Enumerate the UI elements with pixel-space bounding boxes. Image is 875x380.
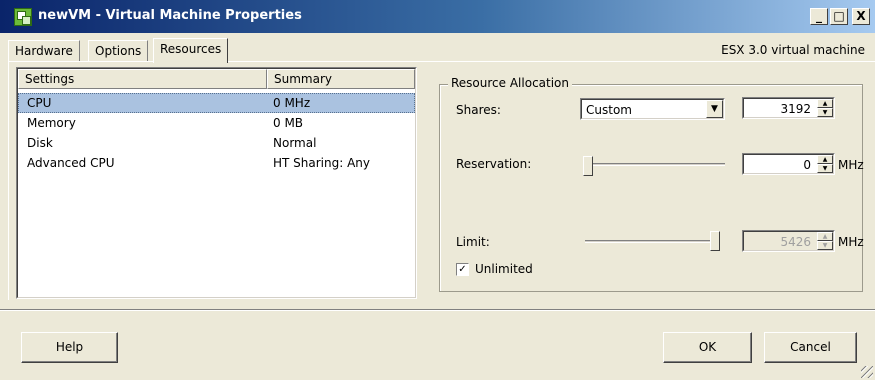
spin-down-icon[interactable]: ▼ bbox=[817, 164, 833, 173]
chevron-down-icon[interactable]: ▼ bbox=[706, 100, 723, 118]
column-header-settings[interactable]: Settings bbox=[18, 69, 267, 89]
resource-allocation-legend: Resource Allocation bbox=[448, 76, 573, 90]
spin-up-icon[interactable]: ▲ bbox=[817, 155, 833, 164]
reservation-slider-thumb[interactable] bbox=[583, 156, 593, 176]
divider bbox=[0, 309, 875, 311]
shares-spinner[interactable]: 3192 ▲ ▼ bbox=[742, 97, 835, 119]
title-bar[interactable]: newVM - Virtual Machine Properties _ □ X bbox=[0, 0, 875, 33]
help-button[interactable]: Help bbox=[21, 332, 118, 363]
setting-summary: 0 MB bbox=[273, 116, 304, 130]
window-title: newVM - Virtual Machine Properties bbox=[38, 8, 302, 23]
list-item-advanced-cpu[interactable]: Advanced CPU HT Sharing: Any bbox=[18, 154, 415, 174]
limit-unit: MHz bbox=[838, 235, 864, 249]
esx-version-label: ESX 3.0 virtual machine bbox=[721, 43, 865, 57]
spin-up-icon[interactable]: ▲ bbox=[817, 99, 833, 108]
settings-list[interactable]: Settings Summary CPU 0 MHz Memory 0 MB D… bbox=[16, 67, 417, 299]
setting-summary: HT Sharing: Any bbox=[273, 156, 371, 170]
shares-dropdown-value: Custom bbox=[581, 99, 724, 119]
spin-down-icon[interactable]: ▼ bbox=[817, 108, 833, 117]
tab-resources[interactable]: Resources bbox=[153, 38, 229, 63]
shares-label: Shares: bbox=[456, 103, 501, 117]
list-item-memory[interactable]: Memory 0 MB bbox=[18, 114, 415, 134]
limit-slider-track[interactable] bbox=[585, 240, 720, 243]
setting-name: Disk bbox=[27, 136, 53, 150]
spin-up-icon[interactable]: ▲ bbox=[817, 232, 833, 241]
unlimited-checkbox[interactable]: ✓ bbox=[456, 263, 469, 276]
column-header-summary[interactable]: Summary bbox=[267, 69, 415, 89]
limit-label: Limit: bbox=[456, 235, 490, 249]
setting-name: Advanced CPU bbox=[27, 156, 115, 170]
list-item-cpu[interactable]: CPU 0 MHz bbox=[18, 93, 415, 113]
resize-grip-icon[interactable] bbox=[861, 366, 873, 378]
limit-slider-thumb[interactable] bbox=[710, 231, 720, 251]
setting-summary: 0 MHz bbox=[273, 96, 311, 110]
vm-app-icon bbox=[14, 8, 32, 26]
minimize-button[interactable]: _ bbox=[810, 8, 828, 25]
tab-options[interactable]: Options bbox=[88, 40, 149, 62]
setting-name: CPU bbox=[27, 96, 52, 110]
limit-spinner[interactable]: 5426 ▲ ▼ bbox=[742, 230, 835, 252]
spin-down-icon[interactable]: ▼ bbox=[817, 241, 833, 250]
cancel-button[interactable]: Cancel bbox=[764, 332, 857, 363]
close-button[interactable]: X bbox=[852, 8, 870, 25]
reservation-label: Reservation: bbox=[456, 157, 532, 171]
reservation-spinner[interactable]: 0 ▲ ▼ bbox=[742, 153, 835, 175]
reservation-slider-track[interactable] bbox=[585, 163, 725, 166]
ok-button[interactable]: OK bbox=[663, 332, 752, 363]
maximize-button[interactable]: □ bbox=[830, 8, 848, 25]
list-item-disk[interactable]: Disk Normal bbox=[18, 134, 415, 154]
setting-summary: Normal bbox=[273, 136, 317, 150]
tab-hardware[interactable]: Hardware bbox=[8, 40, 80, 62]
setting-name: Memory bbox=[27, 116, 76, 130]
reservation-unit: MHz bbox=[838, 158, 864, 172]
unlimited-label[interactable]: Unlimited bbox=[475, 262, 533, 276]
shares-dropdown[interactable]: Custom ▼ bbox=[580, 98, 725, 120]
